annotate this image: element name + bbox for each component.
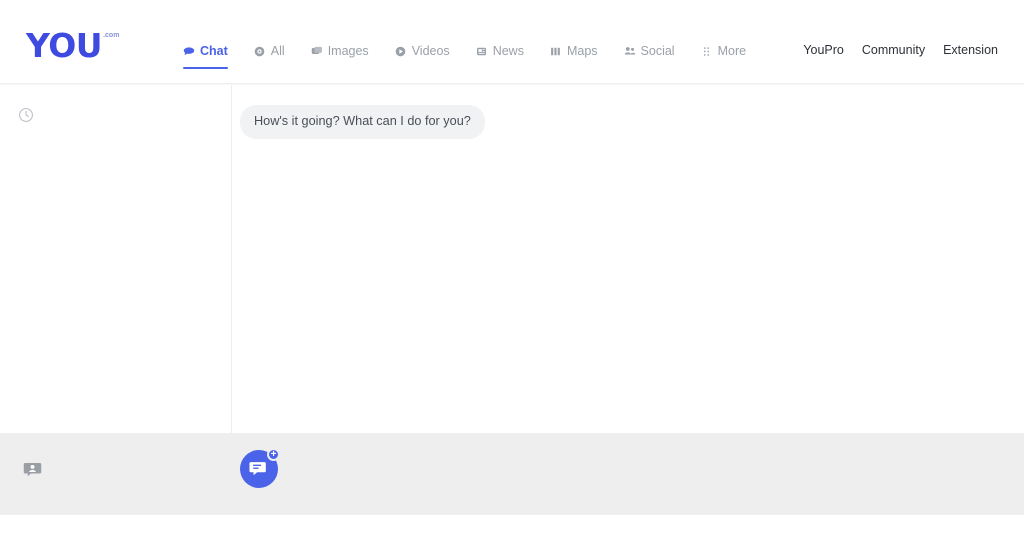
globe-icon: [254, 45, 266, 57]
logo-text: YOU: [26, 26, 103, 65]
nav-label-videos: Videos: [411, 44, 450, 58]
more-dots-icon: [701, 45, 713, 57]
header-link-extension[interactable]: Extension: [943, 43, 998, 57]
main-body: How's it going? What can I do for you?: [0, 85, 1024, 433]
maps-icon: [550, 45, 562, 57]
nav-label-maps: Maps: [566, 44, 598, 58]
clock-icon[interactable]: [18, 107, 34, 123]
nav-item-videos[interactable]: Videos: [382, 40, 463, 62]
video-icon: [395, 45, 407, 57]
assistant-message-bubble: How's it going? What can I do for you?: [240, 105, 485, 139]
nav-item-news[interactable]: News: [463, 40, 537, 62]
logo-superscript: .com: [103, 32, 120, 39]
bottom-composer-bar: +: [0, 433, 1024, 515]
nav-label-news: News: [492, 44, 524, 58]
nav-label-more: More: [717, 44, 747, 58]
primary-nav: Chat All Images Videos News Maps Social …: [183, 40, 759, 69]
footer-strip: [0, 515, 1024, 536]
nav-label-chat: Chat: [200, 44, 228, 58]
chat-transcript: How's it going? What can I do for you?: [233, 85, 1024, 433]
chat-person-icon[interactable]: [23, 460, 42, 479]
nav-item-chat[interactable]: Chat: [183, 40, 241, 69]
nav-item-images[interactable]: Images: [298, 40, 382, 62]
news-icon: [476, 45, 488, 57]
nav-item-all[interactable]: All: [241, 40, 298, 62]
top-header: YOU .com Chat All Images Videos News Map…: [0, 0, 1024, 84]
you-com-chat-page: YOU .com Chat All Images Videos News Map…: [0, 0, 1024, 536]
nav-label-all: All: [270, 44, 285, 58]
social-icon: [624, 45, 636, 57]
images-icon: [311, 45, 323, 57]
you-logo[interactable]: YOU .com: [26, 26, 120, 65]
chat-bubble-icon: [183, 45, 195, 57]
active-tab-underline: [183, 66, 228, 69]
nav-label-social: Social: [640, 44, 675, 58]
nav-item-maps[interactable]: Maps: [537, 40, 611, 62]
header-link-community[interactable]: Community: [862, 43, 925, 57]
header-right-links: YouPro Community Extension: [803, 43, 998, 57]
header-link-youpro[interactable]: YouPro: [803, 43, 844, 57]
new-chat-plus-badge: +: [267, 448, 280, 461]
nav-label-images: Images: [327, 44, 369, 58]
nav-item-social[interactable]: Social: [611, 40, 688, 62]
history-sidebar: [0, 85, 232, 433]
nav-item-more[interactable]: More: [688, 40, 759, 62]
new-chat-button[interactable]: +: [240, 448, 280, 488]
